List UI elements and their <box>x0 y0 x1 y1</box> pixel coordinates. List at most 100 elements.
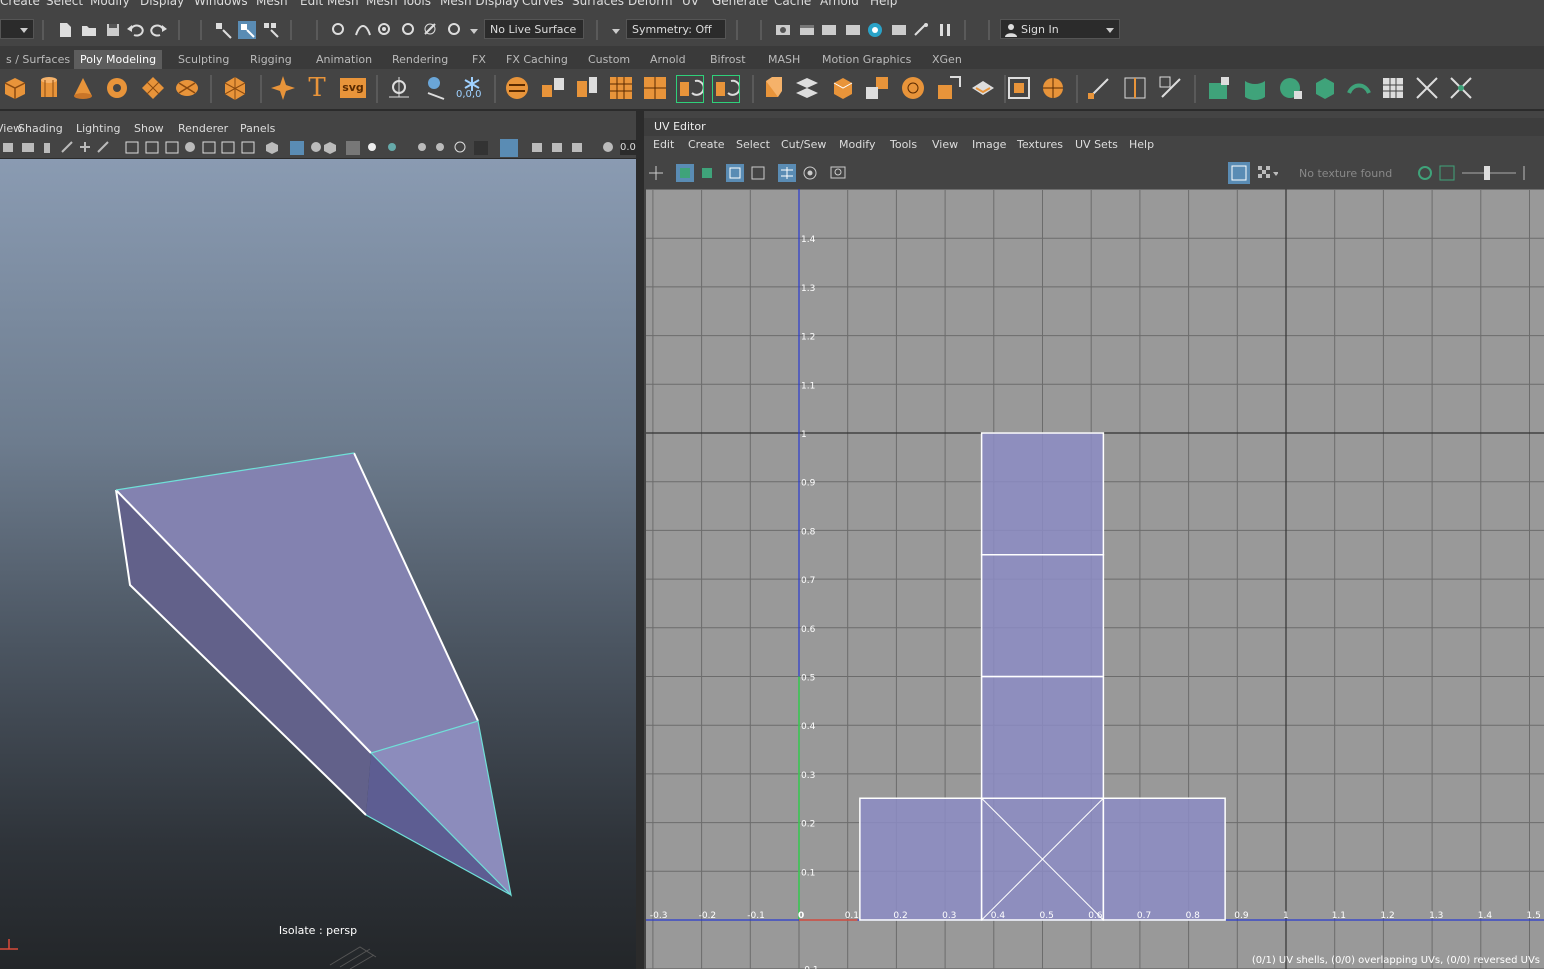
poly-cylinder-icon[interactable] <box>36 75 62 101</box>
poly-torus-icon[interactable] <box>104 75 130 101</box>
uv-menu-uv-sets[interactable]: UV Sets <box>1075 138 1118 151</box>
uv-menu-image[interactable]: Image <box>972 138 1006 151</box>
menu-uv[interactable]: UV <box>682 0 699 8</box>
bridge-icon[interactable] <box>794 75 820 101</box>
select-hierarchy-icon[interactable] <box>214 21 232 39</box>
uv-menu-create[interactable]: Create <box>688 138 725 151</box>
menu-mesh[interactable]: Mesh <box>256 0 288 8</box>
tab-xgen[interactable]: XGen <box>926 50 968 69</box>
tab-sculpting[interactable]: Sculpting <box>172 50 235 69</box>
uv-shell-face[interactable] <box>980 432 1105 556</box>
insert-edge-loop-icon[interactable] <box>1122 75 1148 101</box>
uv-menu-tools[interactable]: Tools <box>890 138 917 151</box>
tab-bifrost[interactable]: Bifrost <box>704 50 752 69</box>
sculpt-icon[interactable] <box>1040 75 1066 101</box>
uv-shell-face[interactable] <box>980 675 1105 799</box>
uv-unfold-icon[interactable] <box>1448 75 1474 101</box>
chevron-down-icon[interactable] <box>611 27 621 35</box>
offset-edge-loop-icon[interactable] <box>1158 75 1184 101</box>
tab-rendering[interactable]: Rendering <box>386 50 454 69</box>
uv-canvas[interactable]: -0.3 -0.2 -0.1 0 0.1 0.2 0.3 0.4 0.5 0.6 0.7 0.8 0.9… <box>646 189 1544 969</box>
viewport-menu-panels[interactable]: Panels <box>240 122 275 135</box>
uv-shell-face[interactable] <box>859 797 983 921</box>
menu-arnold[interactable]: Arnold <box>820 0 859 8</box>
uv-menu-view[interactable]: View <box>932 138 958 151</box>
uv-menu-cut-sew[interactable]: Cut/Sew <box>781 138 826 151</box>
viewport-menu-lighting[interactable]: Lighting <box>76 122 120 135</box>
render-frame-icon[interactable] <box>798 21 816 39</box>
menu-select[interactable]: Select <box>46 0 83 8</box>
menu-curves[interactable]: Curves <box>522 0 564 8</box>
menu-windows[interactable]: Windows <box>194 0 248 8</box>
menu-edit-mesh[interactable]: Edit Mesh <box>300 0 359 8</box>
uv-automatic-icon[interactable] <box>1312 75 1338 101</box>
booleans-icon[interactable] <box>712 75 740 103</box>
pivot-tool-icon[interactable] <box>386 75 412 101</box>
menu-mesh-tools[interactable]: Mesh Tools <box>366 0 431 8</box>
quad-draw-icon[interactable] <box>1006 75 1032 101</box>
poly-disc-icon[interactable] <box>174 75 200 101</box>
center-pivot-icon[interactable] <box>424 75 450 101</box>
tab-mash[interactable]: MASH <box>762 50 806 69</box>
uv-menu-select[interactable]: Select <box>736 138 770 151</box>
viewport-menu-show[interactable]: Show <box>134 122 164 135</box>
light-editor-icon[interactable] <box>912 21 930 39</box>
snap-live-icon[interactable] <box>446 21 464 39</box>
hypershade-icon[interactable] <box>866 21 884 39</box>
uv-editor-icon[interactable] <box>1380 75 1406 101</box>
pause-icon[interactable] <box>936 21 954 39</box>
render-setup-icon[interactable] <box>890 21 908 39</box>
tab-poly-modeling[interactable]: Poly Modeling <box>74 50 163 69</box>
viewport-toolbar-icons[interactable] <box>0 138 620 158</box>
uv-shell-face[interactable] <box>980 554 1105 678</box>
platonic-solid-icon[interactable] <box>222 75 248 101</box>
select-object-icon[interactable] <box>238 21 256 39</box>
svg-tool-icon[interactable]: svg <box>340 78 366 98</box>
snap-point-icon[interactable] <box>376 21 394 39</box>
sign-in-dropdown[interactable]: Sign In <box>1000 19 1120 39</box>
live-surface-field[interactable]: No Live Surface <box>484 19 584 39</box>
open-scene-icon[interactable] <box>80 21 98 39</box>
tab-fx-caching[interactable]: FX Caching <box>500 50 574 69</box>
menu-surfaces[interactable]: Surfaces <box>572 0 624 8</box>
panel-divider[interactable] <box>636 110 644 969</box>
collapse-icon[interactable] <box>970 75 996 101</box>
mesh-3d-view[interactable] <box>0 159 636 969</box>
viewport-menu-shading[interactable]: Shading <box>18 122 63 135</box>
uv-contour-stretch-icon[interactable] <box>1346 75 1372 101</box>
uv-cylindrical-icon[interactable] <box>1242 75 1268 101</box>
chevron-down-icon[interactable] <box>469 27 479 35</box>
tab-curves-surfaces[interactable]: s / Surfaces <box>0 50 76 69</box>
new-scene-icon[interactable] <box>56 21 74 39</box>
snap-surface-icon[interactable] <box>422 21 440 39</box>
menu-modify[interactable]: Modify <box>90 0 130 8</box>
menuset-dropdown[interactable] <box>0 19 34 39</box>
uv-grid[interactable]: -0.3 -0.2 -0.1 0 0.1 0.2 0.3 0.4 0.5 0.6 0.7 0.8 0.9… <box>646 189 1544 969</box>
undo-icon[interactable] <box>126 21 144 39</box>
smooth-icon[interactable] <box>608 75 634 101</box>
poly-cube-icon[interactable] <box>2 75 28 101</box>
menu-cache[interactable]: Cache <box>774 0 811 8</box>
uv-exposure-controls[interactable] <box>1416 160 1526 187</box>
menu-display[interactable]: Display <box>140 0 184 8</box>
separate-icon[interactable] <box>540 75 566 101</box>
uv-menu-modify[interactable]: Modify <box>839 138 875 151</box>
tab-fx[interactable]: FX <box>466 50 492 69</box>
menu-create[interactable]: Create <box>0 0 40 8</box>
bevel-icon[interactable] <box>830 75 856 101</box>
super-shape-icon[interactable] <box>270 75 296 101</box>
poly-plane-icon[interactable] <box>140 75 166 101</box>
uv-toolbar-icons[interactable] <box>644 160 854 187</box>
uv-planar-icon[interactable] <box>1206 75 1232 101</box>
tab-rigging[interactable]: Rigging <box>244 50 298 69</box>
tab-animation[interactable]: Animation <box>310 50 378 69</box>
uv-menu-edit[interactable]: Edit <box>653 138 674 151</box>
extract-icon[interactable] <box>574 75 600 101</box>
snap-grid-icon[interactable] <box>330 21 348 39</box>
combine-icon[interactable] <box>504 75 530 101</box>
snap-view-plane-icon[interactable] <box>400 21 418 39</box>
viewport-menu-renderer[interactable]: Renderer <box>178 122 228 135</box>
mirror-icon[interactable] <box>676 75 704 103</box>
menu-deform[interactable]: Deform <box>628 0 673 8</box>
type-tool-icon[interactable]: T <box>304 75 330 101</box>
